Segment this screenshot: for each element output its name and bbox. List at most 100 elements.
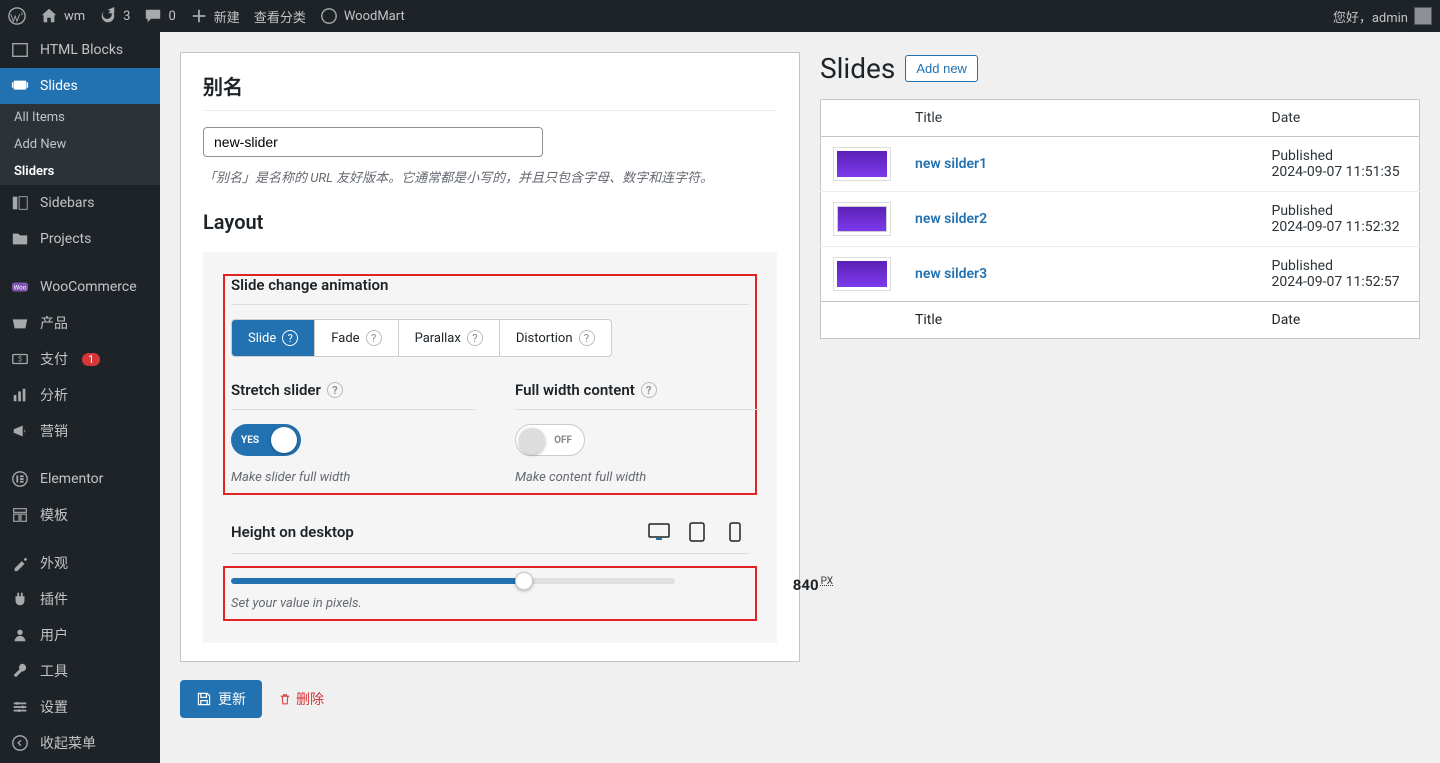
col-title-footer[interactable]: Title — [903, 302, 1260, 339]
col-date[interactable]: Date — [1260, 100, 1420, 137]
help-icon[interactable]: ? — [327, 382, 343, 398]
slides-table: Title Date new silder1 Published2024-09-… — [820, 99, 1420, 339]
account-link[interactable]: 您好，admin — [1333, 7, 1432, 26]
svg-text:$: $ — [18, 355, 22, 364]
slide-thumb[interactable] — [833, 202, 891, 236]
height-slider[interactable] — [231, 578, 675, 584]
height-title: Height on desktop — [231, 523, 354, 541]
update-button[interactable]: 更新 — [180, 680, 262, 718]
collapse-icon — [10, 733, 30, 753]
submenu-add-new[interactable]: Add New — [0, 131, 160, 158]
payments-badge: 1 — [82, 353, 100, 366]
stretch-desc: Make slider full width — [231, 470, 475, 485]
menu-plugins[interactable]: 插件 — [0, 581, 160, 617]
menu-marketing[interactable]: 营销 — [0, 413, 160, 449]
site-link[interactable]: wm — [40, 7, 85, 25]
wp-logo[interactable] — [8, 7, 26, 25]
height-value: 840 — [793, 576, 819, 594]
menu-users[interactable]: 用户 — [0, 617, 160, 653]
anim-fade[interactable]: Fade? — [314, 320, 397, 356]
elementor-icon — [10, 469, 30, 489]
fullwidth-title: Full width content? — [515, 381, 759, 399]
menu-sidebars[interactable]: Sidebars — [0, 185, 160, 221]
admin-bar: wm 3 0 新建 查看分类 WoodMart 您好，admin — [0, 0, 1440, 32]
woodmart-icon — [320, 7, 338, 25]
settings-icon — [10, 697, 30, 717]
menu-payments[interactable]: $支付1 — [0, 341, 160, 377]
woo-icon: Woo — [10, 277, 30, 297]
menu-templates[interactable]: 模板 — [0, 497, 160, 533]
payments-icon: $ — [10, 349, 30, 369]
animation-segmented: Slide? Fade? Parallax? Distortion? — [231, 319, 612, 357]
products-icon — [10, 313, 30, 333]
help-icon[interactable]: ? — [366, 330, 382, 346]
menu-projects[interactable]: Projects — [0, 221, 160, 257]
table-row: new silder3 Published2024-09-07 11:52:57 — [821, 247, 1420, 302]
menu-collapse[interactable]: 收起菜单 — [0, 725, 160, 761]
submenu-sliders[interactable]: Sliders — [0, 158, 160, 185]
save-icon — [196, 691, 212, 707]
home-icon — [40, 7, 58, 25]
projects-icon — [10, 229, 30, 249]
delete-button[interactable]: 删除 — [278, 689, 324, 709]
sidebars-icon — [10, 193, 30, 213]
height-desc: Set your value in pixels. — [231, 596, 675, 611]
avatar — [1414, 7, 1432, 25]
slide-link[interactable]: new silder1 — [915, 156, 987, 172]
help-icon[interactable]: ? — [467, 330, 483, 346]
appearance-icon — [10, 553, 30, 573]
menu-settings[interactable]: 设置 — [0, 689, 160, 725]
layout-box: Slide change animation Slide? Fade? Para… — [203, 252, 777, 643]
slide-thumb[interactable] — [833, 147, 891, 181]
help-icon[interactable]: ? — [641, 382, 657, 398]
slides-icon — [10, 76, 30, 96]
trash-icon — [278, 692, 292, 706]
help-icon[interactable]: ? — [282, 330, 298, 346]
editor-card: 别名 「别名」是名称的 URL 友好版本。它通常都是小写的，并且只包含字母、数字… — [180, 52, 800, 662]
menu-slides[interactable]: Slides — [0, 68, 160, 104]
refresh-icon — [99, 7, 117, 25]
comment-icon — [144, 7, 162, 25]
menu-tools[interactable]: 工具 — [0, 653, 160, 689]
menu-analytics[interactable]: 分析 — [0, 377, 160, 413]
slide-link[interactable]: new silder3 — [915, 266, 987, 282]
height-unit: PX — [821, 576, 833, 587]
submenu-all-items[interactable]: All Items — [0, 104, 160, 131]
device-desktop[interactable] — [645, 521, 673, 543]
menu-html-blocks[interactable]: HTML Blocks — [0, 32, 160, 68]
device-mobile[interactable] — [721, 521, 749, 543]
slide-link[interactable]: new silder2 — [915, 211, 987, 227]
layout-heading: Layout — [203, 210, 777, 234]
fullwidth-desc: Make content full width — [515, 470, 759, 485]
stretch-toggle[interactable]: YES — [231, 424, 301, 456]
add-new-button[interactable]: Add new — [905, 55, 978, 82]
alias-input[interactable] — [203, 127, 543, 157]
anim-parallax[interactable]: Parallax? — [398, 320, 499, 356]
anim-slide[interactable]: Slide? — [232, 320, 314, 356]
updates-link[interactable]: 3 — [99, 7, 130, 25]
marketing-icon — [10, 421, 30, 441]
col-date-footer[interactable]: Date — [1260, 302, 1420, 339]
menu-elementor[interactable]: Elementor — [0, 461, 160, 497]
stretch-title: Stretch slider? — [231, 381, 475, 399]
help-icon[interactable]: ? — [579, 330, 595, 346]
device-tablet[interactable] — [683, 521, 711, 543]
tools-icon — [10, 661, 30, 681]
comments-link[interactable]: 0 — [144, 7, 175, 25]
slide-thumb[interactable] — [833, 257, 891, 291]
menu-woocommerce[interactable]: WooWooCommerce — [0, 269, 160, 305]
new-link[interactable]: 新建 — [190, 7, 240, 26]
menu-products[interactable]: 产品 — [0, 305, 160, 341]
anim-title: Slide change animation — [231, 276, 749, 294]
woodmart-link[interactable]: WoodMart — [320, 7, 405, 25]
highlight-animation-stretch: Slide change animation Slide? Fade? Para… — [223, 274, 757, 495]
table-row: new silder2 Published2024-09-07 11:52:32 — [821, 192, 1420, 247]
view-cats-link[interactable]: 查看分类 — [254, 7, 306, 26]
admin-menu: HTML Blocks Slides All Items Add New Sli… — [0, 32, 160, 763]
fullwidth-toggle[interactable]: OFF — [515, 424, 585, 456]
slides-title: Slides — [820, 52, 895, 85]
table-row: new silder1 Published2024-09-07 11:51:35 — [821, 137, 1420, 192]
anim-distortion[interactable]: Distortion? — [499, 320, 611, 356]
col-title[interactable]: Title — [903, 100, 1260, 137]
menu-appearance[interactable]: 外观 — [0, 545, 160, 581]
